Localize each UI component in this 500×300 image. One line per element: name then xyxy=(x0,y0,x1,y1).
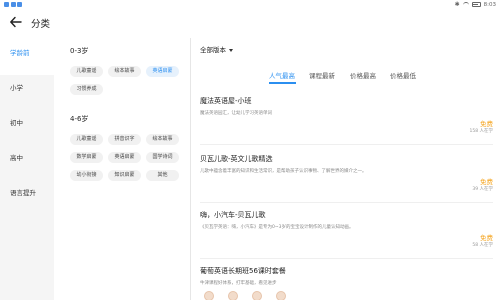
sidebar-item-language[interactable]: 语言提升 xyxy=(0,180,54,215)
filter-group-title: 0-3岁 xyxy=(70,47,89,55)
teacher-avatar xyxy=(252,291,262,300)
filter-chip[interactable]: 英语启蒙 xyxy=(108,152,141,163)
course-description: 《贝瓦学英语：嗨，小汽车》是专为0~3岁的宝宝设计制作的儿童认知动画。 xyxy=(200,225,354,230)
status-bar: ✱ 8:03 xyxy=(0,0,500,10)
wifi-icon xyxy=(462,2,469,7)
notification-icon xyxy=(10,2,16,7)
sidebar-item-preschool[interactable]: 学龄前 xyxy=(0,40,54,75)
filter-chip[interactable]: 习惯养成 xyxy=(70,84,103,95)
active-tab-indicator xyxy=(269,82,296,84)
notification-icon xyxy=(17,2,22,7)
filter-chip[interactable]: 儿歌童谣 xyxy=(70,66,103,77)
course-item[interactable]: 嗨，小汽车-贝瓦儿歌 《贝瓦学英语：嗨，小汽车》是专为0~3岁的宝宝设计制作的儿… xyxy=(200,210,493,254)
course-title: 魔法英语屋-小班 xyxy=(200,97,252,105)
version-dropdown[interactable]: 全部版本 xyxy=(200,44,233,54)
course-price: 免费 xyxy=(480,234,493,242)
course-learners: 39 人在学 xyxy=(472,187,493,192)
notification-icon xyxy=(4,2,9,7)
filter-group-title: 4-6岁 xyxy=(70,115,89,123)
teacher-avatar xyxy=(204,291,214,300)
course-divider xyxy=(200,202,493,203)
category-sidebar: 学龄前 小学 初中 高中 语言提升 xyxy=(0,40,54,300)
course-item[interactable]: 魔法英语屋-小班 魔法英语园汇，让幼儿学习英语单词 免费 158 人在学 xyxy=(200,96,493,140)
course-description: 儿歌中蕴含着丰富的知识和生活常识，是帮助孩子认识事物、了解世界的媒介之一。 xyxy=(200,169,367,174)
filter-chip[interactable]: 国学诗词 xyxy=(146,152,179,163)
filter-panel: 0-3岁 儿歌童谣 绘本故事 英语启蒙 习惯养成 4-6岁 儿歌童谣 拼音识字 … xyxy=(54,40,190,300)
arrow-left-icon[interactable] xyxy=(9,15,23,29)
course-price: 免费 xyxy=(480,120,493,128)
sidebar-item-primary[interactable]: 小学 xyxy=(0,75,54,110)
filter-chip[interactable]: 幼小衔接 xyxy=(70,170,103,181)
tab-price-low[interactable]: 价格最低 xyxy=(390,70,416,80)
teacher-avatar xyxy=(276,291,286,300)
teacher-avatar xyxy=(228,291,238,300)
course-list-panel: 全部版本 人气最高 课程最新 价格最高 价格最低 魔法英语屋-小班 魔法英语园汇… xyxy=(191,38,500,300)
course-learners: 58 人在学 xyxy=(472,243,493,248)
course-description: 牛津课程好体系，打牢基础，看见进步 xyxy=(200,281,277,286)
filter-chip[interactable]: 拼音识字 xyxy=(108,134,141,145)
course-description: 魔法英语园汇，让幼儿学习英语单词 xyxy=(200,111,272,116)
filter-chip[interactable]: 知识启蒙 xyxy=(108,170,141,181)
battery-icon xyxy=(471,2,481,7)
course-item[interactable]: 贝瓦儿歌-英文儿歌精选 儿歌中蕴含着丰富的知识和生活常识，是帮助孩子认识事物、了… xyxy=(200,154,493,198)
caret-down-icon xyxy=(229,48,233,52)
tab-newest[interactable]: 课程最新 xyxy=(309,70,335,80)
filter-chip[interactable]: 绘本故事 xyxy=(146,134,179,145)
tab-price-high[interactable]: 价格最高 xyxy=(350,70,376,80)
notification-icons xyxy=(4,2,22,7)
filter-chip[interactable]: 绘本故事 xyxy=(108,66,141,77)
course-divider xyxy=(200,144,493,145)
sidebar-item-junior[interactable]: 初中 xyxy=(0,110,54,145)
course-title: 嗨，小汽车-贝瓦儿歌 xyxy=(200,211,266,219)
filter-chip-selected[interactable]: 英语启蒙 xyxy=(146,66,179,77)
course-price: 免费 xyxy=(480,178,493,186)
status-time: 8:03 xyxy=(483,1,496,8)
filter-chip[interactable]: 儿歌童谣 xyxy=(70,134,103,145)
filter-chip[interactable]: 其他 xyxy=(146,170,179,181)
tab-most-popular[interactable]: 人气最高 xyxy=(269,70,295,80)
sidebar-item-senior[interactable]: 高中 xyxy=(0,145,54,180)
page-title: 分类 xyxy=(31,19,51,30)
filter-chip[interactable]: 数学启蒙 xyxy=(70,152,103,163)
course-learners: 158 人在学 xyxy=(469,129,493,134)
bluetooth-icon: ✱ xyxy=(454,1,460,8)
version-dropdown-label: 全部版本 xyxy=(200,46,226,54)
course-item[interactable]: 葡萄英语长期班56课时套餐 牛津课程好体系，打牢基础，看见进步 xyxy=(200,266,493,300)
course-divider xyxy=(200,258,493,259)
course-title: 葡萄英语长期班56课时套餐 xyxy=(200,267,286,275)
app-header: 分类 xyxy=(0,10,500,36)
course-title: 贝瓦儿歌-英文儿歌精选 xyxy=(200,155,273,163)
